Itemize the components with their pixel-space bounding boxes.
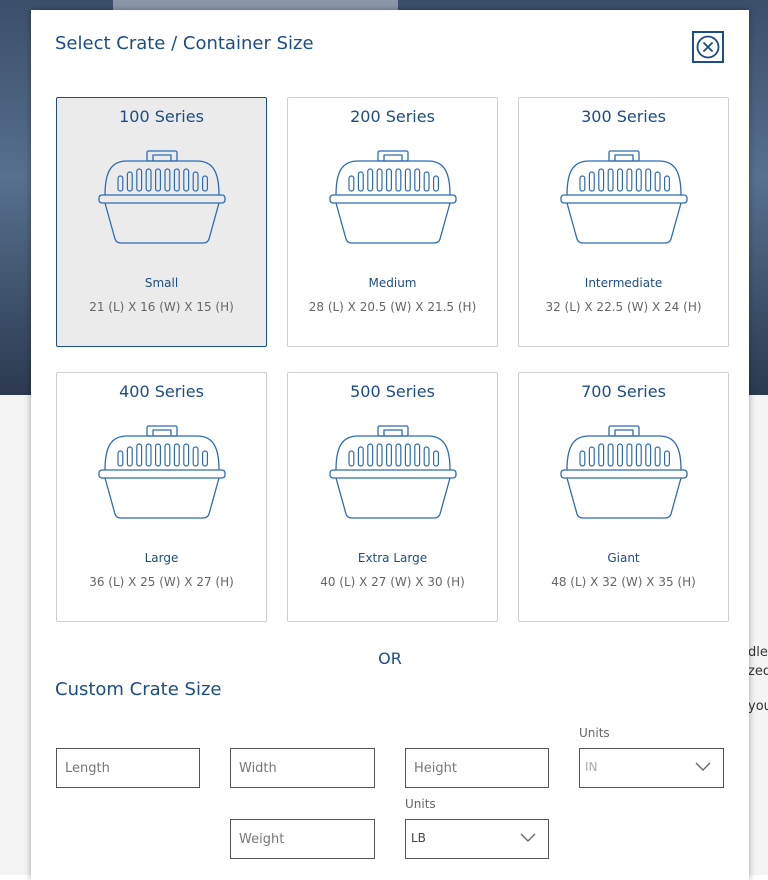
width-input[interactable] xyxy=(230,748,375,788)
crate-dimensions: 21 (L) X 16 (W) X 15 (H) xyxy=(89,300,234,314)
crate-size-name: Small xyxy=(144,276,179,290)
pet-carrier-icon xyxy=(560,425,688,519)
crate-dimensions: 40 (L) X 27 (W) X 30 (H) xyxy=(320,575,465,589)
custom-crate-title: Custom Crate Size xyxy=(55,679,222,700)
crate-size-name: Large xyxy=(144,551,179,565)
dimension-units-value: IN xyxy=(585,760,598,774)
or-divider: OR xyxy=(378,649,402,668)
crate-series-label: 400 Series xyxy=(119,382,204,401)
crate-size-name: Medium xyxy=(368,276,417,290)
pet-carrier-icon xyxy=(98,150,226,244)
length-input[interactable] xyxy=(56,748,200,788)
crate-dimensions: 36 (L) X 25 (W) X 27 (H) xyxy=(89,575,234,589)
weight-units-label: Units xyxy=(405,797,436,811)
crate-series-label: 300 Series xyxy=(581,107,666,126)
close-button[interactable] xyxy=(692,31,724,63)
crate-size-name: Giant xyxy=(607,551,640,565)
chevron-down-icon xyxy=(695,762,711,771)
height-input[interactable] xyxy=(405,748,549,788)
crate-series-label: 500 Series xyxy=(350,382,435,401)
modal-title: Select Crate / Container Size xyxy=(55,33,314,54)
dimension-units-label: Units xyxy=(579,726,610,740)
weight-units-value: LB xyxy=(411,831,426,845)
crate-card-500[interactable]: 500 Series Extra Large 40 (L) X 27 (W) X 3… xyxy=(287,372,498,622)
crate-series-label: 200 Series xyxy=(350,107,435,126)
crate-series-label: 100 Series xyxy=(119,107,204,126)
crate-size-modal: Select Crate / Container Size 100 Series… xyxy=(31,10,749,880)
crate-dimensions: 48 (L) X 32 (W) X 35 (H) xyxy=(551,575,696,589)
crate-card-400[interactable]: 400 Series Large 36 (L) X 25 (W) X 27 (H) xyxy=(56,372,267,622)
pet-carrier-icon xyxy=(329,425,457,519)
crate-series-label: 700 Series xyxy=(581,382,666,401)
crate-card-200[interactable]: 200 Series Medium 28 (L) X 20.5 (W) X 21.5… xyxy=(287,97,498,347)
crate-dimensions: 28 (L) X 20.5 (W) X 21.5 (H) xyxy=(308,300,477,314)
dimension-units-select[interactable]: IN xyxy=(579,748,724,788)
weight-units-select[interactable]: LB xyxy=(405,819,549,859)
hero-strip xyxy=(113,0,398,10)
weight-input[interactable] xyxy=(230,819,375,859)
crate-card-300[interactable]: 300 Series Intermediate 32 (L) X 22.5 (W) … xyxy=(518,97,729,347)
crate-card-700[interactable]: 700 Series Giant 48 (L) X 32 (W) X 35 (H) xyxy=(518,372,729,622)
crate-card-100[interactable]: 100 Series Small 21 (L) X 16 (W) X 15 (H) xyxy=(56,97,267,347)
chevron-down-icon xyxy=(520,833,536,842)
background-text: dle xyxy=(748,645,768,660)
crate-size-name: Intermediate xyxy=(584,276,663,290)
pet-carrier-icon xyxy=(560,150,688,244)
pet-carrier-icon xyxy=(329,150,457,244)
crate-dimensions: 32 (L) X 22.5 (W) X 24 (H) xyxy=(545,300,702,314)
close-circle-icon xyxy=(696,35,720,59)
pet-carrier-icon xyxy=(98,425,226,519)
crate-size-name: Extra Large xyxy=(357,551,428,565)
background-text: zed xyxy=(748,664,768,679)
background-text: you xyxy=(748,699,768,714)
